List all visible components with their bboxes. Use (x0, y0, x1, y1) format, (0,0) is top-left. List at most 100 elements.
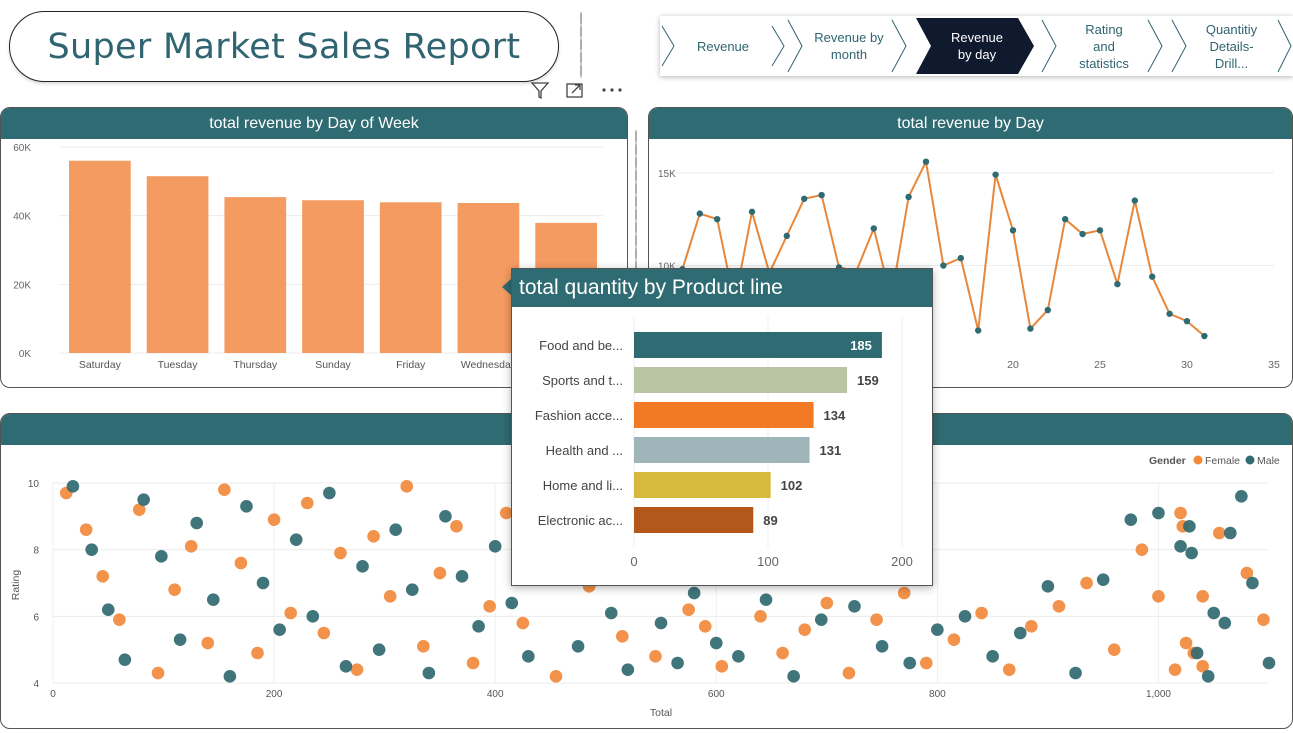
scatter-point (986, 650, 999, 663)
y-tick-label: 40K (13, 212, 31, 223)
scatter-point (1218, 616, 1232, 630)
scatter-point (549, 670, 563, 683)
scatter-point (206, 593, 220, 606)
scatter-point (505, 596, 519, 610)
scatter-point (776, 646, 789, 660)
scatter-point (223, 670, 237, 683)
scatter-point (256, 576, 270, 590)
report-canvas: Super Market Sales Report Revenue Revenu… (0, 0, 1293, 733)
data-label: 131 (820, 443, 842, 458)
data-label: 134 (824, 408, 846, 423)
nav-tab-revenue-by-month[interactable]: Revenue by month (786, 16, 912, 76)
scatter-point (1080, 576, 1093, 590)
scatter-point (96, 570, 110, 583)
scatter-point (947, 633, 961, 646)
data-point (1009, 227, 1017, 234)
bar (146, 176, 209, 353)
chart-title: total revenue by Day (649, 108, 1292, 139)
data-point (870, 225, 877, 232)
data-point (940, 262, 947, 269)
y-tick-label: 0K (19, 349, 32, 360)
x-tick-label: 20 (1007, 359, 1019, 371)
x-tick-label: 35 (1268, 359, 1280, 371)
scatter-point (66, 480, 80, 493)
scatter-point (405, 583, 419, 596)
scatter-point (400, 480, 414, 493)
scatter-point (173, 633, 187, 646)
scatter-point (870, 613, 883, 626)
x-tick-label: 800 (929, 689, 946, 700)
scatter-point (389, 523, 402, 536)
scatter-point (306, 610, 320, 623)
scatter-point (958, 610, 972, 623)
scatter-point (1174, 540, 1187, 553)
x-tick-label: 200 (891, 554, 913, 569)
scatter-point (798, 623, 812, 636)
nav-tab-revenue[interactable]: Revenue (660, 16, 786, 76)
scatter-point (897, 586, 911, 600)
report-title-box: Super Market Sales Report (9, 11, 559, 82)
scatter-point (155, 550, 168, 563)
data-point (748, 208, 756, 215)
scatter-point (759, 593, 773, 606)
y-tick-label: Food and be... (539, 338, 623, 353)
more-options-icon[interactable] (600, 80, 624, 100)
bar (379, 202, 442, 353)
data-point (1131, 197, 1138, 204)
scatter-point (1257, 613, 1270, 626)
scatter-point (289, 533, 303, 546)
scatter-point (1013, 626, 1027, 640)
scatter-point (875, 640, 889, 653)
data-point (975, 327, 982, 334)
data-label: 102 (781, 478, 803, 493)
tooltip-title: total quantity by Product line (512, 269, 932, 307)
y-tick-label: 8 (33, 546, 39, 557)
data-point (1062, 215, 1069, 223)
scatter-point (488, 540, 502, 553)
x-tick-label: 200 (266, 689, 283, 700)
x-tick-label: Saturday (79, 359, 122, 371)
scatter-point (273, 623, 286, 636)
scatter-point (1002, 663, 1016, 676)
scatter-point (1052, 600, 1066, 613)
x-tick-label: 25 (1094, 359, 1106, 371)
scatter-point (439, 510, 452, 523)
y-tick-label: Sports and t... (542, 373, 623, 388)
scatter-point (671, 656, 684, 670)
scatter-point (184, 540, 198, 553)
scatter-point (1207, 606, 1221, 620)
focus-mode-icon[interactable] (565, 80, 585, 100)
x-tick-label: 1,000 (1146, 689, 1171, 700)
scatter-point (218, 483, 231, 496)
scatter-point (1262, 656, 1276, 670)
x-tick-label: 400 (487, 689, 504, 700)
bar (634, 507, 754, 533)
y-axis-label: Rating (10, 570, 22, 601)
nav-label: Revenue by month (814, 30, 884, 62)
scatter-point (113, 613, 126, 626)
scatter-point (1224, 526, 1237, 540)
nav-label: Revenue by day (950, 30, 1004, 62)
y-tick-label: 6 (33, 612, 39, 623)
scatter-point (1196, 590, 1209, 603)
scatter-point (234, 556, 248, 570)
data-point (1149, 273, 1156, 280)
y-tick-label: Health and ... (546, 443, 623, 458)
scatter-point (698, 620, 712, 633)
legend-marker-female (1193, 455, 1203, 465)
scatter-point (284, 606, 297, 620)
data-point (992, 171, 999, 178)
nav-tab-quantity-details[interactable]: Quantitiy Details- Drill... (1170, 16, 1293, 76)
scatter-point (118, 653, 132, 666)
scatter-point (350, 663, 364, 676)
nav-tab-rating-and-statistics[interactable]: Rating and statistics (1040, 16, 1168, 76)
chart-title: total revenue by Day of Week (1, 108, 627, 139)
scatter-point (787, 670, 800, 683)
filter-icon[interactable] (530, 80, 550, 100)
data-point (1044, 306, 1051, 314)
nav-tab-revenue-by-day[interactable]: Revenue by day (916, 16, 1038, 76)
scatter-point (367, 530, 380, 543)
scatter-point (433, 566, 447, 580)
scatter-point (1179, 636, 1193, 650)
y-tick-label: 4 (33, 679, 39, 690)
